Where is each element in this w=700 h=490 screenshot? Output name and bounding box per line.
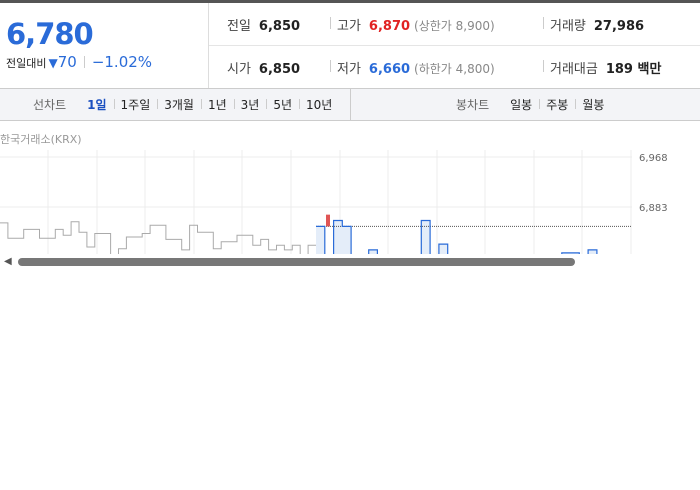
- down-triangle-icon: ▼: [48, 56, 58, 70]
- divider: [330, 17, 331, 29]
- tab-1w[interactable]: 1주일: [113, 96, 158, 113]
- price-summary: 6,780 전일대비 ▼70 −1.02%: [0, 3, 209, 88]
- info-row-1: 전일 6,850 고가 6,870 (상한가 8,900) 거래량 27,986: [209, 3, 700, 46]
- tab-daily-candle[interactable]: 일봉: [503, 96, 539, 113]
- upper-limit-note: (상한가 8,900): [414, 19, 495, 33]
- data-source: 한국거래소(KRX): [0, 133, 82, 146]
- divider: [543, 60, 544, 72]
- series-line-morning: [0, 221, 316, 254]
- quote-info-grid: 전일 6,850 고가 6,870 (상한가 8,900) 거래량 27,986 시가 6…: [209, 3, 700, 88]
- volume-label: 거래량: [550, 19, 586, 34]
- line-chart-tabs: 선차트 1일 1주일 3개월 1년 3년 5년 10년: [33, 89, 339, 120]
- tab-1y[interactable]: 1년: [200, 96, 234, 113]
- divider: [330, 60, 331, 72]
- lower-limit-note: (하한가 4,800): [414, 62, 495, 76]
- separator: [83, 56, 85, 68]
- prev-close-label: 전일: [227, 19, 251, 34]
- change-label: 전일대비: [6, 57, 47, 70]
- volume-cell: 거래량 27,986: [550, 15, 644, 34]
- prev-close-cell: 전일 6,850: [227, 15, 300, 34]
- y-tick-label: 6,968: [639, 153, 668, 164]
- line-chart-title: 선차트: [33, 98, 67, 112]
- up-bar-marker: [326, 214, 330, 227]
- amount-label: 거래대금: [550, 62, 598, 77]
- change-percent: −1.02%: [91, 53, 153, 71]
- high-value: 6,870: [368, 19, 411, 34]
- low-cell: 저가 6,660 (하한가 4,800): [337, 58, 495, 77]
- current-price: 6,780: [6, 17, 94, 51]
- low-value: 6,660: [368, 62, 411, 77]
- scroll-thumb[interactable]: [18, 258, 575, 266]
- tab-5y[interactable]: 5년: [266, 96, 299, 113]
- price-change: 전일대비 ▼70 −1.02%: [6, 53, 152, 71]
- y-tick-label: 6,883: [639, 203, 668, 214]
- change-value: 70: [57, 53, 77, 71]
- high-label: 고가: [337, 19, 361, 34]
- tab-3y[interactable]: 3년: [233, 96, 267, 113]
- tabs-divider: [350, 89, 351, 120]
- low-label: 저가: [337, 62, 361, 77]
- tab-10y[interactable]: 10년: [299, 96, 339, 113]
- high-cell: 고가 6,870 (상한가 8,900): [337, 15, 495, 34]
- open-label: 시가: [227, 62, 251, 77]
- amount-cell: 거래대금 189 백만: [550, 58, 661, 77]
- tab-3m[interactable]: 3개월: [157, 96, 201, 113]
- tab-monthly-candle[interactable]: 월봉: [575, 96, 611, 113]
- candle-chart-tabs: 봉차트 일봉 주봉 월봉: [456, 89, 611, 120]
- chart-svg: 6,968 6,883: [0, 150, 668, 254]
- amount-value: 189 백만: [605, 62, 662, 77]
- open-cell: 시가 6,850: [227, 58, 300, 77]
- info-row-2: 시가 6,850 저가 6,660 (하한가 4,800) 거래대금 189 백만: [209, 46, 700, 88]
- chart-tabs-bar: 선차트 1일 1주일 3개월 1년 3년 5년 10년 봉차트 일봉 주봉 월봉: [0, 88, 700, 121]
- series-fill-afternoon: [316, 220, 632, 254]
- tab-weekly-candle[interactable]: 주봉: [539, 96, 575, 113]
- chart-scrollbar[interactable]: ◀: [0, 254, 700, 268]
- open-value: 6,850: [258, 62, 301, 77]
- volume-value: 27,986: [593, 19, 645, 34]
- scroll-left-arrow-icon[interactable]: ◀: [4, 256, 12, 267]
- candle-chart-title: 봉차트: [456, 98, 490, 112]
- prev-close-value: 6,850: [258, 19, 301, 34]
- tab-1d[interactable]: 1일: [80, 96, 113, 113]
- series-line-afternoon: [316, 219, 598, 254]
- divider: [543, 17, 544, 29]
- intraday-chart: 6,968 6,883: [0, 150, 700, 254]
